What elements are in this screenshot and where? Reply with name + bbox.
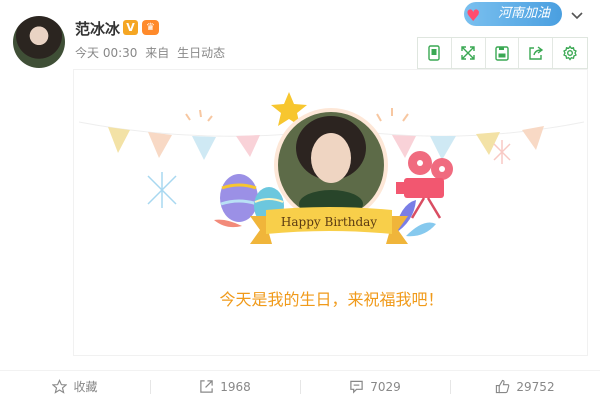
share-button[interactable] (519, 38, 554, 68)
expand-button[interactable] (452, 38, 486, 68)
comment-count: 7029 (370, 379, 401, 394)
leaf-decoration (406, 222, 436, 237)
save-icon (495, 45, 509, 61)
comment-button[interactable]: 7029 (300, 371, 450, 402)
bunting-flag (192, 136, 216, 160)
like-count: 29752 (516, 379, 555, 394)
bunting-flag (430, 136, 456, 160)
heart-icon: ♥ (466, 6, 481, 25)
save-button[interactable] (486, 38, 520, 68)
repost-button[interactable]: 1968 (150, 371, 300, 402)
topic-badge-label: 河南加油 (497, 6, 550, 21)
avatar[interactable] (13, 16, 65, 68)
birthday-message: 今天是我的生日，来祝福我吧！ (219, 290, 444, 309)
easter-egg-icon (220, 174, 258, 222)
banner-text: Happy Birthday (281, 215, 377, 229)
phone-view-button[interactable] (418, 38, 452, 68)
bunting-flag (236, 135, 260, 157)
sparkle-decoration (493, 140, 511, 164)
bunting-flag (476, 132, 500, 155)
settings-button[interactable] (553, 38, 587, 68)
verified-badge: V (123, 20, 138, 35)
media-toolbar (417, 37, 588, 69)
expand-icon (461, 46, 475, 60)
repost-count: 1968 (220, 379, 251, 394)
crown-badge-icon: ♛ (142, 20, 159, 35)
post-time[interactable]: 今天 00:30 (75, 46, 137, 60)
share-icon (529, 46, 543, 60)
favorite-label: 收藏 (73, 380, 98, 394)
phone-icon (428, 45, 441, 61)
bunting-flag (108, 127, 130, 153)
star-outline-icon (52, 379, 68, 394)
action-bar: 收藏 1968 7029 29752 (0, 370, 600, 402)
chevron-down-icon[interactable] (571, 10, 583, 22)
source-prefix: 来自 (145, 46, 170, 60)
repost-icon (200, 380, 213, 393)
comment-icon (350, 380, 363, 394)
like-button[interactable]: 29752 (450, 371, 600, 402)
thumbs-up-icon (496, 379, 510, 394)
birthday-illustration: Happy Birthday (78, 92, 585, 244)
birthday-card[interactable]: Happy Birthday 今天是我的生日，来祝福我吧！ (73, 69, 588, 356)
post-source[interactable]: 生日动态 (177, 46, 225, 60)
username[interactable]: 范冰冰 (75, 18, 120, 39)
snowflake-decoration (147, 172, 177, 208)
bunting-flag (148, 132, 172, 158)
post-meta: 今天 00:30 来自 生日动态 (75, 44, 225, 61)
topic-badge[interactable]: ♥ 河南加油 (464, 2, 562, 26)
favorite-button[interactable]: 收藏 (0, 371, 150, 402)
settings-icon (563, 45, 577, 61)
bunting-flag (522, 126, 544, 150)
